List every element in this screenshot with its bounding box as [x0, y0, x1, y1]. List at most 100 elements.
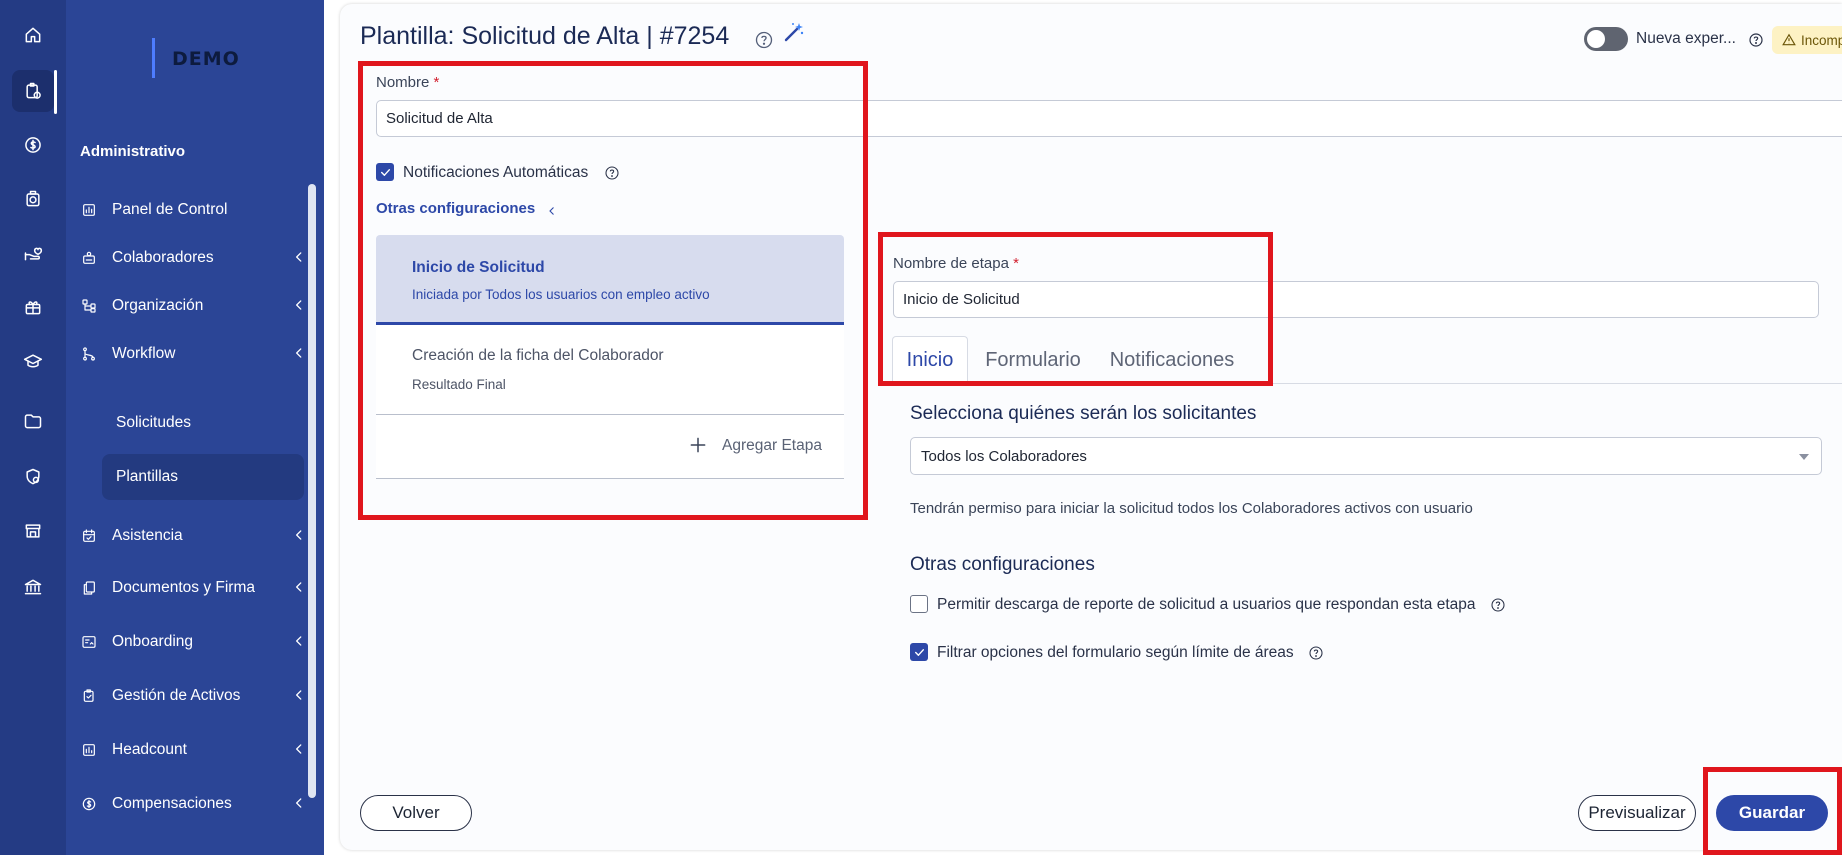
other-settings-heading: Otras configuraciones	[910, 554, 1095, 575]
sidebar-item-asistencia[interactable]: Asistencia	[80, 514, 310, 558]
rail-active-indicator	[54, 70, 57, 114]
filter-areas-checkbox[interactable]	[910, 643, 928, 661]
sidebar-item-headcount[interactable]: Headcount	[80, 728, 310, 772]
sidebar-item-label: Panel de Control	[112, 201, 228, 218]
permission-text: Tendrán permiso para iniciar la solicitu…	[910, 500, 1473, 517]
hand-heart-icon[interactable]	[12, 232, 54, 274]
users-icon	[80, 249, 98, 267]
sidebar-item-label: Asistencia	[112, 527, 183, 544]
auto-notifications-checkbox[interactable]	[376, 163, 394, 181]
tab-notificaciones[interactable]: Notificaciones	[1098, 336, 1246, 384]
sidebar-item-workflow[interactable]: Workflow	[80, 332, 310, 376]
tab-inicio[interactable]: Inicio	[892, 336, 968, 384]
stage-subtitle: Iniciada por Todos los usuarios con empl…	[412, 287, 710, 302]
help-icon[interactable]	[754, 30, 774, 50]
graduation-cap-icon[interactable]	[12, 340, 54, 382]
chevron-left-icon	[292, 580, 306, 594]
tab-formulario[interactable]: Formulario	[976, 336, 1090, 384]
name-label: Nombre *	[376, 74, 439, 91]
add-stage-button[interactable]: Agregar Etapa	[376, 415, 844, 479]
chart-icon	[80, 201, 98, 219]
sidebar-subitem-plantillas[interactable]: Plantillas	[102, 454, 304, 500]
stage-item[interactable]: Creación de la ficha del Colaborador Res…	[376, 325, 844, 415]
sidebar-item-label: Gestión de Activos	[112, 687, 241, 704]
store-icon[interactable]	[12, 510, 54, 552]
sidebar-item-label: Workflow	[112, 345, 176, 362]
chevron-left-icon	[292, 742, 306, 756]
warning-icon	[1782, 33, 1796, 46]
chevron-left-icon	[292, 688, 306, 702]
stage-item-active[interactable]: Inicio de Solicitud Iniciada por Todos l…	[376, 235, 844, 325]
sidebar-subitem-solicitudes[interactable]: Solicitudes	[102, 400, 304, 446]
other-settings-link[interactable]: Otras configuraciones	[376, 200, 535, 217]
requesters-select-value: Todos los Colaboradores	[921, 447, 1087, 465]
assets-icon	[80, 687, 98, 705]
new-experience-toggle[interactable]	[1584, 27, 1628, 51]
caret-down-icon	[1799, 454, 1809, 460]
workflow-icon	[80, 345, 98, 363]
stage-name-input[interactable]: Inicio de Solicitud	[893, 281, 1819, 318]
help-icon[interactable]	[1490, 597, 1506, 613]
check-icon	[380, 168, 390, 176]
sidebar-item-compensaciones[interactable]: Compensaciones	[80, 782, 310, 826]
chevron-left-icon	[292, 796, 306, 810]
home-icon[interactable]	[12, 14, 54, 56]
name-input[interactable]: Solicitud de Alta	[376, 100, 1842, 137]
stage-subtitle: Resultado Final	[412, 377, 506, 392]
filter-areas-label: Filtrar opciones del formulario según lí…	[937, 644, 1294, 661]
dollar-icon	[80, 795, 98, 813]
stage-name-label-text: Nombre de etapa	[893, 255, 1009, 272]
sidebar-item-label: Compensaciones	[112, 795, 232, 812]
page-title: Plantilla: Solicitud de Alta | #7254	[360, 22, 730, 50]
shield-lock-icon[interactable]	[12, 456, 54, 498]
onboarding-icon	[80, 633, 98, 651]
auto-notifications-label: Notificaciones Automáticas	[403, 164, 589, 181]
sidebar-item-documentos-y-firma[interactable]: Documentos y Firma	[80, 566, 310, 610]
help-icon[interactable]	[604, 165, 620, 181]
add-stage-label: Agregar Etapa	[722, 437, 822, 454]
clipboard-clock-icon[interactable]	[12, 70, 54, 112]
main-panel: Plantilla: Solicitud de Alta | #7254 Nue…	[340, 4, 1842, 850]
stage-name-label: Nombre de etapa *	[893, 255, 1019, 272]
clock-badge-icon[interactable]	[12, 178, 54, 220]
chevron-left-icon	[292, 634, 306, 648]
sidebar-item-panel-de-control[interactable]: Panel de Control	[80, 188, 310, 232]
sidebar-item-organizacion[interactable]: Organización	[80, 284, 310, 328]
icon-rail	[0, 0, 66, 855]
chevron-left-icon	[292, 528, 306, 542]
sidebar-item-label: Onboarding	[112, 633, 194, 650]
sidebar-item-label: Headcount	[112, 741, 187, 758]
help-icon[interactable]	[1308, 645, 1324, 661]
folder-icon[interactable]	[12, 400, 54, 442]
status-badge-text: Incomp	[1801, 32, 1842, 48]
sidebar-item-label: Organización	[112, 297, 204, 314]
plus-icon	[688, 435, 708, 455]
sidebar-scrollbar[interactable]	[308, 184, 316, 798]
stage-title: Creación de la ficha del Colaborador	[412, 347, 664, 364]
help-icon[interactable]	[1748, 32, 1764, 48]
bank-icon[interactable]	[12, 566, 54, 608]
sidebar-item-gestion-de-activos[interactable]: Gestión de Activos	[80, 674, 310, 718]
download-report-checkbox[interactable]	[910, 595, 928, 613]
sidebar-item-label: Documentos y Firma	[112, 579, 255, 596]
save-button[interactable]: Guardar	[1716, 795, 1828, 831]
stage-tabs: Inicio Formulario Notificaciones	[892, 336, 1842, 384]
headcount-icon	[80, 741, 98, 759]
sidebar-section-title: Administrativo	[80, 143, 186, 160]
magic-wand-icon[interactable]	[782, 20, 806, 44]
sidebar-item-colaboradores[interactable]: Colaboradores	[80, 236, 310, 280]
dollar-circle-icon[interactable]	[12, 124, 54, 166]
back-button[interactable]: Volver	[360, 795, 472, 831]
chevron-left-icon[interactable]	[546, 204, 558, 216]
check-icon	[914, 648, 924, 656]
required-mark: *	[1013, 255, 1019, 272]
documents-icon	[80, 579, 98, 597]
sidebar: DEMO Administrativo Panel de Control Col…	[66, 0, 324, 855]
preview-button[interactable]: Previsualizar	[1578, 795, 1696, 831]
chevron-left-icon	[292, 250, 306, 264]
requesters-select[interactable]: Todos los Colaboradores	[910, 437, 1822, 475]
gift-icon[interactable]	[12, 286, 54, 328]
name-label-text: Nombre	[376, 74, 430, 91]
logo: DEMO	[172, 48, 240, 70]
sidebar-item-onboarding[interactable]: Onboarding	[80, 620, 310, 664]
